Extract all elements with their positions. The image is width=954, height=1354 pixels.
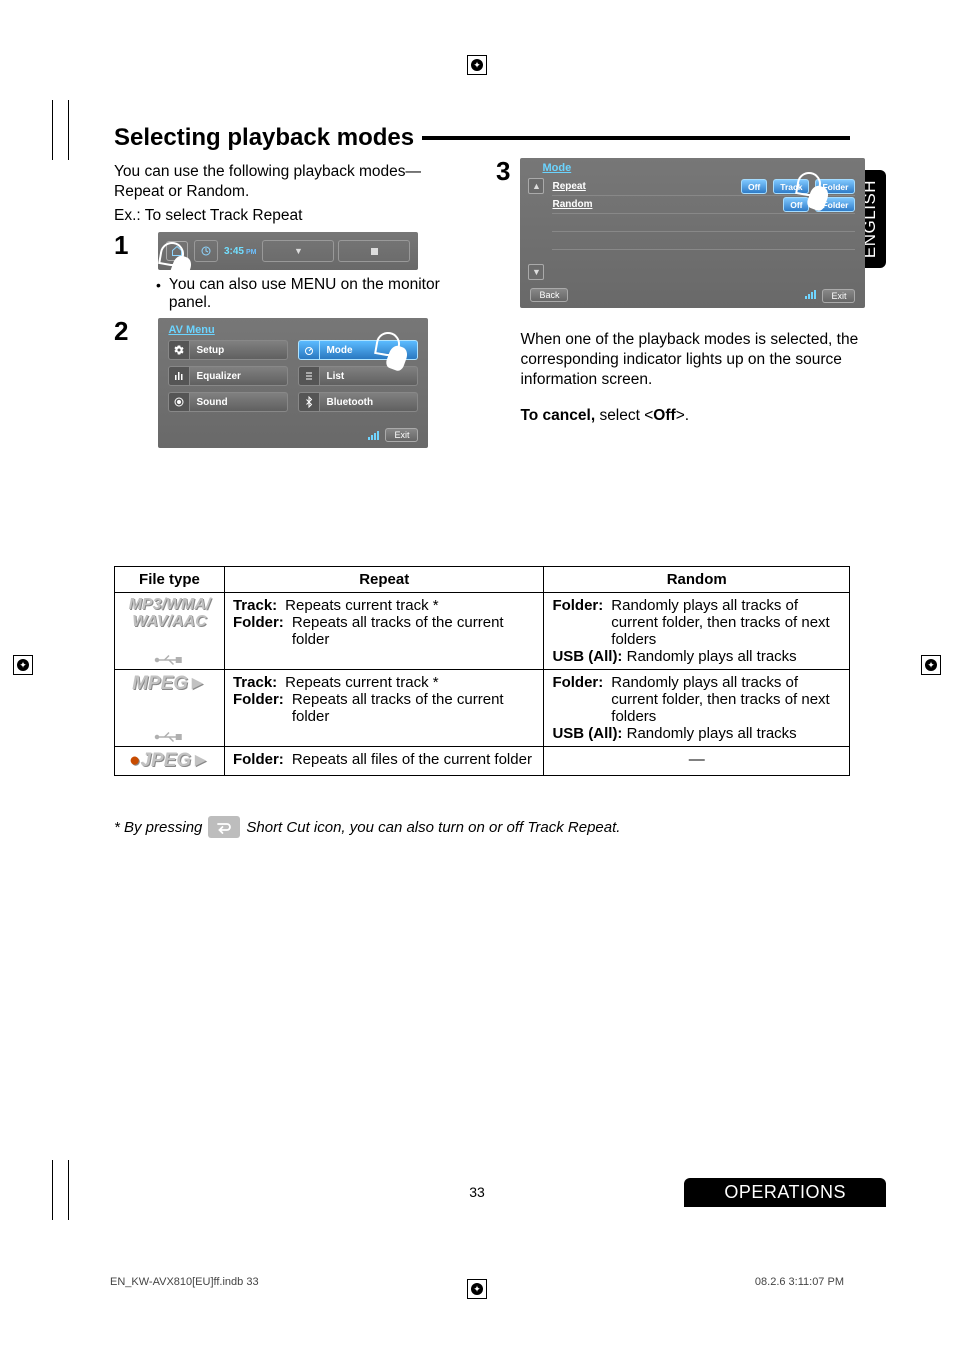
mode-row-empty bbox=[552, 250, 855, 267]
step-number: 1 bbox=[114, 232, 128, 258]
step-number: 2 bbox=[114, 318, 128, 344]
crop-mark bbox=[68, 100, 69, 160]
mode-row-empty bbox=[552, 232, 855, 250]
mode-row-random: Random Off Folder bbox=[552, 196, 855, 214]
menu-item-mode: Mode bbox=[298, 340, 418, 360]
table-header: File type bbox=[115, 567, 225, 593]
print-info-line: EN_KW-AVX810[EU]ff.indb 33 08.2.6 3:11:0… bbox=[110, 1276, 844, 1288]
dial-icon bbox=[298, 340, 320, 360]
section-heading: Selecting playback modes bbox=[114, 124, 422, 152]
table-row: MPEG► Track:Repeats current track * Fold… bbox=[115, 670, 850, 747]
gear-icon bbox=[168, 340, 190, 360]
mode-row-repeat: Repeat Off Track Folder bbox=[552, 178, 855, 196]
menu-item-bluetooth: Bluetooth bbox=[298, 392, 418, 412]
signal-bars-icon bbox=[804, 289, 816, 299]
menu-item-setup: Setup bbox=[168, 340, 288, 360]
chip: Off bbox=[741, 179, 767, 194]
table-row: ●JPEG► Folder:Repeats all files of the c… bbox=[115, 747, 850, 776]
footnote: * By pressing Short Cut icon, you can al… bbox=[114, 816, 850, 838]
print-file-name: EN_KW-AVX810[EU]ff.indb 33 bbox=[110, 1276, 259, 1288]
operations-tab: OPERATIONS bbox=[684, 1178, 886, 1207]
filetype-label: ●JPEG► bbox=[123, 751, 216, 771]
screen-title: Mode bbox=[542, 162, 855, 174]
filetype-label: WAV/AAC bbox=[123, 614, 216, 631]
signal-bars-icon bbox=[367, 430, 379, 440]
print-registration-mark: ✦ bbox=[914, 648, 948, 682]
back-button: Back bbox=[530, 288, 568, 302]
equalizer-icon bbox=[168, 366, 190, 386]
step-number: 3 bbox=[496, 158, 510, 184]
screenshot-mode-list: Mode ▲ ▼ Repeat Off Track Folder bbox=[520, 158, 865, 308]
exit-button: Exit bbox=[385, 428, 418, 442]
shortcut-repeat-icon bbox=[208, 816, 240, 838]
list-icon bbox=[298, 366, 320, 386]
table-header: Random bbox=[544, 567, 850, 593]
bluetooth-icon bbox=[298, 392, 320, 412]
dropdown-icon: ▼ bbox=[262, 240, 334, 262]
exit-button: Exit bbox=[822, 289, 855, 303]
playback-modes-table: File type Repeat Random MP3/WMA/ WAV/AAC… bbox=[114, 566, 850, 776]
not-applicable: — bbox=[544, 747, 850, 776]
scroll-down-icon: ▼ bbox=[528, 264, 544, 280]
av-button-icon bbox=[194, 240, 218, 262]
screenshot-av-menu: AV Menu Setup bbox=[158, 318, 428, 448]
speaker-icon bbox=[168, 392, 190, 412]
heading-rule bbox=[422, 136, 850, 140]
print-registration-mark: ✦ bbox=[6, 648, 40, 682]
note-text: When one of the playback modes is select… bbox=[520, 330, 865, 390]
clock-readout: 3:45PM bbox=[224, 246, 257, 257]
home-icon bbox=[166, 241, 188, 261]
table-row: MP3/WMA/ WAV/AAC Track:Repeats current t… bbox=[115, 593, 850, 670]
chip: Off bbox=[783, 197, 809, 212]
menu-item-equalizer: Equalizer bbox=[168, 366, 288, 386]
cancel-text: To cancel, select <Off>. bbox=[520, 406, 865, 426]
table-header: Repeat bbox=[224, 567, 543, 593]
menu-item-list: List bbox=[298, 366, 418, 386]
stop-icon bbox=[338, 240, 410, 262]
bullet-icon: • bbox=[156, 276, 161, 294]
print-timestamp: 08.2.6 3:11:07 PM bbox=[755, 1276, 844, 1288]
example-text: Ex.: To select Track Repeat bbox=[114, 206, 468, 226]
chip: Track bbox=[773, 179, 809, 194]
chip: Folder bbox=[815, 179, 855, 194]
mode-row-empty bbox=[552, 214, 855, 232]
filetype-label: MPEG► bbox=[123, 674, 216, 694]
bullet-text: You can also use MENU on the monitor pan… bbox=[169, 276, 468, 312]
screenshot-top-bar: 3:45PM ▼ bbox=[158, 232, 418, 270]
intro-text: You can use the following playback modes… bbox=[114, 162, 468, 202]
screen-title: AV Menu bbox=[168, 324, 418, 336]
print-registration-mark: ✦ bbox=[460, 48, 494, 82]
filetype-label: MP3/WMA/ bbox=[123, 597, 216, 614]
usb-icon bbox=[154, 653, 184, 665]
menu-item-sound: Sound bbox=[168, 392, 288, 412]
crop-mark bbox=[52, 100, 53, 160]
chip: Folder bbox=[815, 197, 855, 212]
usb-icon bbox=[154, 730, 184, 742]
scroll-up-icon: ▲ bbox=[528, 178, 544, 194]
